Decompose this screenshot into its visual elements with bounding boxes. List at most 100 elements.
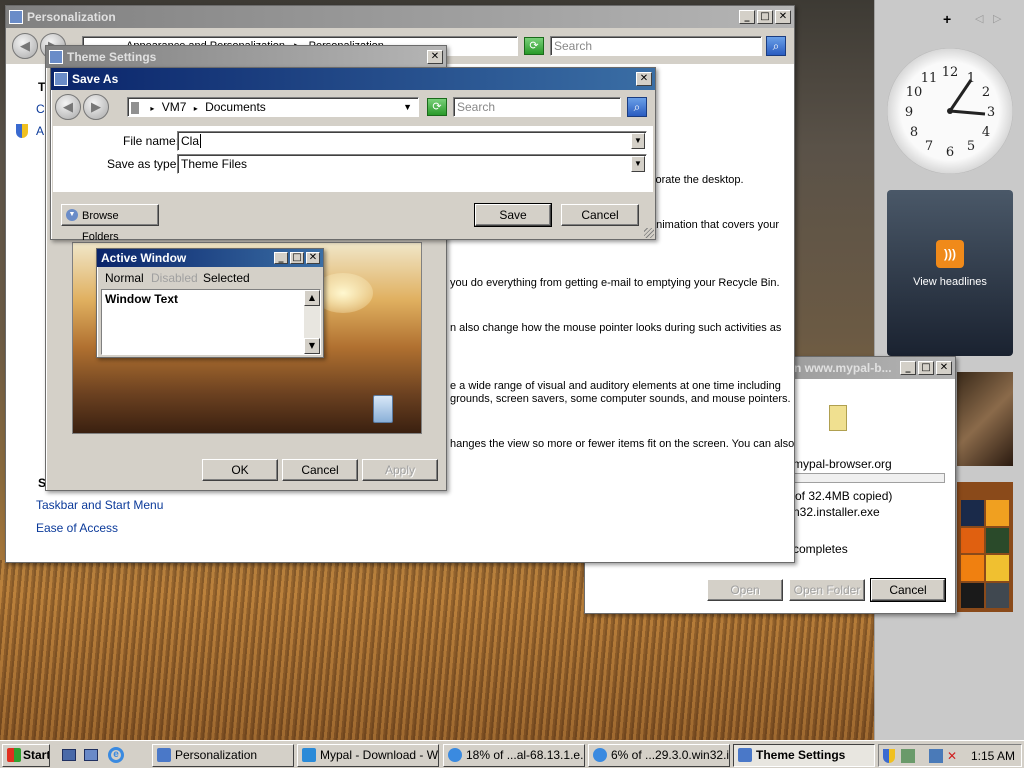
security-shield-icon[interactable] <box>883 749 895 763</box>
sidebar-prev-icon[interactable]: ◁ <box>975 12 983 25</box>
personalization-title: Personalization <box>27 10 116 24</box>
save-button[interactable]: Save <box>474 203 552 227</box>
save-as-dialog: Save As ✕ ◀ ▶ ▸ VM7 ▸ Documents ▼ ⟳ Sear… <box>50 67 656 243</box>
ok-button[interactable]: OK <box>202 459 278 481</box>
taskbar-item-personalization[interactable]: Personalization <box>152 744 294 767</box>
save-as-search-input[interactable]: Search <box>453 97 621 117</box>
scroll-down-icon: ▼ <box>304 338 320 354</box>
download-progress-text: of 32.4MB copied) <box>795 489 893 503</box>
show-desktop-icon[interactable] <box>62 749 76 761</box>
path-breadcrumb[interactable]: ▸ VM7 ▸ Documents ▼ <box>127 97 419 117</box>
connection-icon[interactable] <box>929 749 943 763</box>
recycle-bin-icon <box>373 395 393 423</box>
preview-window-text: Window Text <box>105 292 178 306</box>
resize-grip-icon[interactable] <box>644 228 654 238</box>
path-segment-documents[interactable]: Documents <box>205 100 266 114</box>
close-button[interactable]: ✕ <box>775 10 791 24</box>
download-filename: n32.installer.exe <box>793 505 880 519</box>
download-cancel-button[interactable]: Cancel <box>870 578 946 602</box>
minimize-button[interactable]: _ <box>739 10 755 24</box>
refresh-icon[interactable]: ⟳ <box>524 37 544 55</box>
body-line-2: animation that covers your <box>650 219 780 231</box>
close-button[interactable]: ✕ <box>427 50 443 64</box>
body-line-3: you do everything from getting e-mail to… <box>450 277 780 289</box>
ie-download-icon <box>448 748 462 762</box>
svg-text:6: 6 <box>946 145 954 160</box>
windows-logo-icon <box>7 748 21 762</box>
svg-text:12: 12 <box>942 65 959 80</box>
mypal-icon <box>302 748 316 762</box>
theme-icon <box>49 50 63 64</box>
taskbar-item-mypal-download[interactable]: Mypal - Download - W... <box>297 744 439 767</box>
browse-folders-button[interactable]: ▼ Browse Folders <box>61 204 159 243</box>
save-as-type-label: Save as type: <box>107 157 180 171</box>
control-panel-icon <box>9 10 23 24</box>
sidebar-add-button[interactable]: + <box>943 11 951 27</box>
back-button[interactable]: ◀ <box>12 33 38 59</box>
ease-of-access-link[interactable]: Ease of Access <box>36 521 118 535</box>
internet-explorer-icon[interactable]: e <box>108 747 124 763</box>
maximize-button[interactable]: □ <box>757 10 773 24</box>
clock-gadget[interactable]: 12 1 2 345 678 9 10 11 <box>887 48 1013 174</box>
headlines-label: View headlines <box>913 276 987 288</box>
theme-icon <box>738 748 752 762</box>
taskbar-item-download-6[interactable]: 6% of ...29.3.0.win32.i... <box>588 744 730 767</box>
svg-text:10: 10 <box>906 85 923 100</box>
save-as-title: Save As <box>72 72 119 86</box>
path-dropdown-icon[interactable]: ▼ <box>403 100 412 114</box>
minimize-icon: _ <box>274 252 288 264</box>
save-as-icon <box>54 72 68 86</box>
open-folder-button[interactable]: Open Folder <box>789 579 865 601</box>
back-button[interactable]: ◀ <box>55 94 81 120</box>
path-segment-vm7[interactable]: VM7 <box>162 100 187 114</box>
download-status: completes <box>793 542 848 556</box>
taskbar-start-menu-link[interactable]: Taskbar and Start Menu <box>36 498 163 512</box>
save-as-nav: ◀ ▶ ▸ VM7 ▸ Documents ▼ ⟳ Search ⌕ <box>51 90 655 124</box>
type-dropdown-icon[interactable]: ▼ <box>631 156 645 172</box>
preview-menu-normal: Normal <box>105 271 144 285</box>
maximize-button[interactable]: □ <box>918 361 934 375</box>
forward-button[interactable]: ▶ <box>83 94 109 120</box>
file-name-input[interactable]: Cla ▼ <box>177 131 647 151</box>
network-icon[interactable] <box>901 749 915 763</box>
volume-muted-icon[interactable]: ✕ <box>947 749 961 763</box>
chevron-down-icon: ▼ <box>66 209 78 221</box>
download-progress-bar <box>793 473 945 483</box>
body-line-4: n also change how the mouse pointer look… <box>450 322 782 334</box>
clock-text[interactable]: 1:15 AM <box>971 749 1015 763</box>
svg-text:9: 9 <box>905 105 913 120</box>
switch-windows-icon[interactable] <box>84 749 98 761</box>
body-line-7: hanges the view so more or fewer items f… <box>450 438 795 450</box>
file-name-dropdown-icon[interactable]: ▼ <box>631 133 645 149</box>
slideshow-gadget[interactable] <box>957 372 1013 466</box>
taskbar: Start e Personalization Mypal - Download… <box>0 740 1024 768</box>
headlines-gadget[interactable]: ))) View headlines <box>887 190 1013 356</box>
minimize-button[interactable]: _ <box>900 361 916 375</box>
preview-active-window: Active Window _ □ ✕ Normal Disabled Sele… <box>96 248 324 358</box>
rss-icon: ))) <box>936 240 964 268</box>
sidebar-next-icon[interactable]: ▷ <box>993 12 1001 25</box>
body-line-5: e a wide range of visual and auditory el… <box>450 380 781 392</box>
search-input[interactable]: Search <box>550 36 762 56</box>
open-button[interactable]: Open <box>707 579 783 601</box>
left-link-a[interactable]: A <box>36 124 44 138</box>
save-as-cancel-button[interactable]: Cancel <box>561 204 639 226</box>
start-button[interactable]: Start <box>2 744 50 767</box>
taskbar-item-theme-settings[interactable]: Theme Settings <box>733 744 875 767</box>
control-panel-icon <box>157 748 171 762</box>
download-host: mypal-browser.org <box>793 457 892 471</box>
apply-button[interactable]: Apply <box>362 459 438 481</box>
system-tray: ✕ 1:15 AM <box>878 744 1022 767</box>
computer-icon <box>131 101 139 114</box>
taskbar-item-download-18[interactable]: 18% of ...al-68.13.1.e... <box>443 744 585 767</box>
save-as-type-select[interactable]: Theme Files ▼ <box>177 154 647 174</box>
puzzle-gadget[interactable] <box>957 482 1013 612</box>
svg-text:7: 7 <box>925 139 933 154</box>
close-button[interactable]: ✕ <box>636 72 652 86</box>
theme-cancel-button[interactable]: Cancel <box>282 459 358 481</box>
search-icon[interactable]: ⌕ <box>766 36 786 56</box>
close-button[interactable]: ✕ <box>936 361 952 375</box>
svg-text:8: 8 <box>910 125 918 140</box>
refresh-icon[interactable]: ⟳ <box>427 98 447 116</box>
search-icon[interactable]: ⌕ <box>627 97 647 117</box>
